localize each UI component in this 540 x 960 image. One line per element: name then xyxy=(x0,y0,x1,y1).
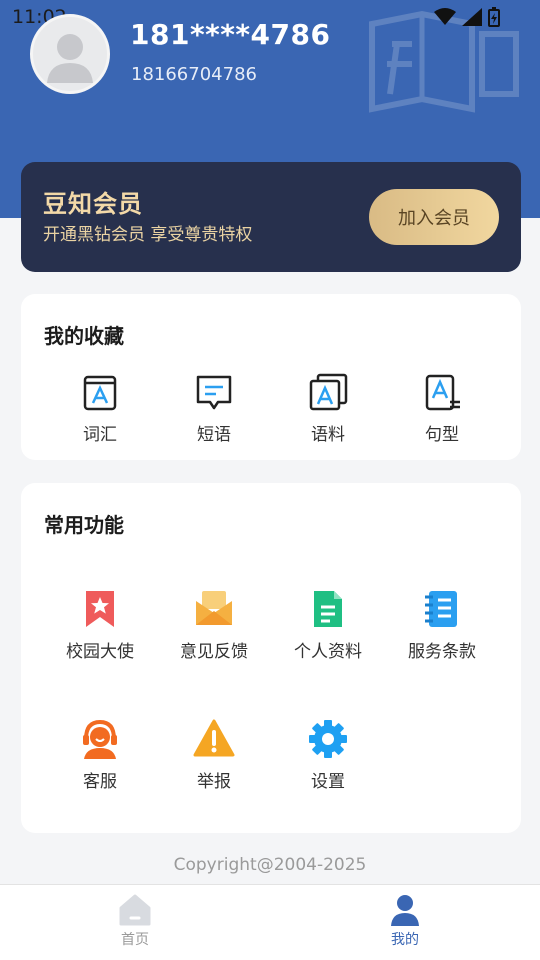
favorite-item-phrase[interactable]: 短语 xyxy=(159,370,269,445)
gear-icon xyxy=(309,720,347,758)
copyright-text: Copyright@2004-2025 xyxy=(173,855,367,875)
vip-subtitle: 开通黑钻会员 享受尊贵特权 xyxy=(43,225,253,245)
favorite-item-sentence-pattern[interactable]: 句型 xyxy=(387,370,497,445)
favorite-item-label: 词汇 xyxy=(83,425,117,445)
function-item-label: 服务条款 xyxy=(408,642,476,662)
favorites-card: 我的收藏 词汇 短语 语料 句型 xyxy=(21,294,521,460)
function-item-label: 个人资料 xyxy=(294,642,362,662)
function-item-label: 客服 xyxy=(83,772,117,792)
avatar[interactable] xyxy=(30,14,110,94)
wifi-icon xyxy=(434,8,456,25)
function-item-customer-service[interactable]: 客服 xyxy=(45,717,155,792)
tab-mine-label: 我的 xyxy=(391,932,419,948)
bookmark-star-icon xyxy=(86,591,114,627)
function-item-feedback[interactable]: 意见反馈 xyxy=(159,587,269,662)
function-item-campus-ambassador[interactable]: 校园大使 xyxy=(45,587,155,662)
home-icon xyxy=(119,894,151,926)
vip-membership-card: 豆知会员 开通黑钻会员 享受尊贵特权 加入会员 xyxy=(21,162,521,272)
corpus-icon xyxy=(309,373,348,411)
vocabulary-icon xyxy=(83,375,117,411)
favorite-item-corpus[interactable]: 语料 xyxy=(273,370,383,445)
warning-icon xyxy=(193,719,235,757)
default-avatar-icon xyxy=(47,34,93,83)
tab-mine[interactable]: 我的 xyxy=(355,893,455,949)
functions-title: 常用功能 xyxy=(44,513,124,537)
join-membership-button[interactable]: 加入会员 xyxy=(369,189,499,245)
user-icon xyxy=(391,895,419,926)
function-item-terms-of-service[interactable]: 服务条款 xyxy=(387,587,497,662)
document-icon xyxy=(314,591,342,627)
function-item-label: 举报 xyxy=(197,772,231,792)
bottom-tab-bar: 首页 我的 xyxy=(0,884,540,960)
vip-title: 豆知会员 xyxy=(43,190,143,218)
favorite-item-label: 句型 xyxy=(425,425,459,445)
battery-icon xyxy=(488,7,500,27)
headset-icon xyxy=(83,719,117,759)
username: 181****4786 xyxy=(130,18,331,51)
functions-card: 常用功能 校园大使 意见反馈 个人资料 服务条款 客服 举报 设置 xyxy=(21,483,521,833)
function-item-report[interactable]: 举报 xyxy=(159,717,269,792)
function-item-profile[interactable]: 个人资料 xyxy=(273,587,383,662)
function-item-label: 校园大使 xyxy=(66,642,134,662)
notebook-icon xyxy=(425,591,457,627)
signal-icon xyxy=(462,8,482,26)
tab-home[interactable]: 首页 xyxy=(85,893,185,949)
function-item-label: 设置 xyxy=(311,772,345,792)
function-item-label: 意见反馈 xyxy=(180,642,248,662)
favorites-title: 我的收藏 xyxy=(44,324,124,348)
tab-home-label: 首页 xyxy=(121,932,149,948)
phone-number: 18166704786 xyxy=(131,64,257,85)
favorite-item-label: 语料 xyxy=(311,425,345,445)
function-item-settings[interactable]: 设置 xyxy=(273,717,383,792)
phrase-icon xyxy=(196,375,232,410)
envelope-icon xyxy=(196,591,232,625)
favorite-item-vocabulary[interactable]: 词汇 xyxy=(45,370,155,445)
favorite-item-label: 短语 xyxy=(197,425,231,445)
sentence-pattern-icon xyxy=(425,374,460,411)
